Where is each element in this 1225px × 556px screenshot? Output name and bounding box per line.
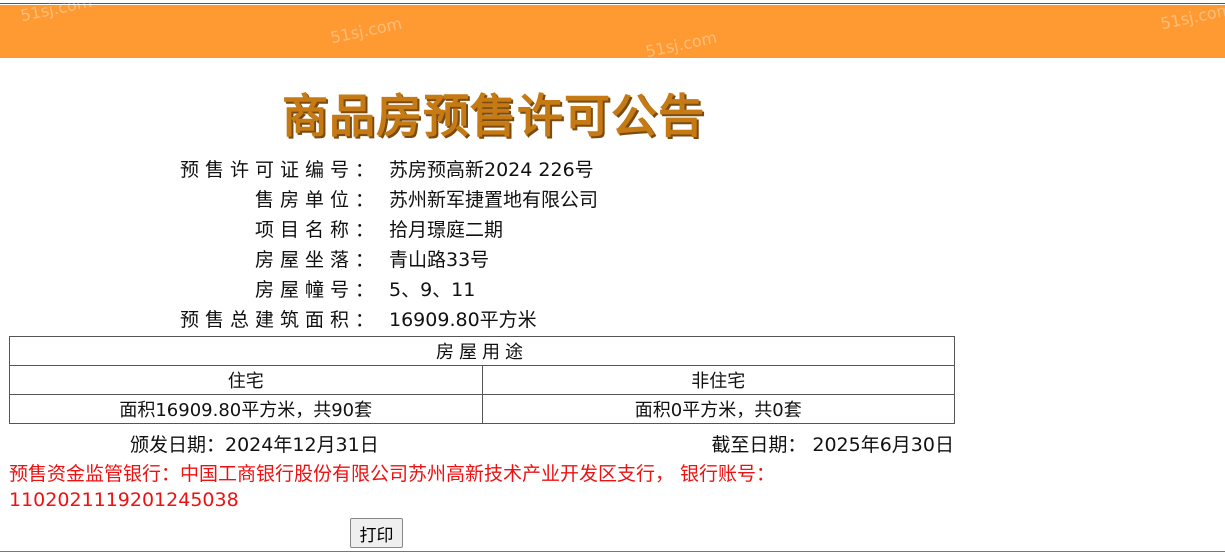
info-row-location: 房屋坐落： 青山路33号 [0,246,900,274]
issue-date: 颁发日期：2024年12月31日 [130,434,379,456]
header-band: 51sj.com 51sj.com 51sj.com 51sj.com [0,0,1225,61]
info-label: 售房单位： [254,189,380,211]
table-row: 住宅 非住宅 [9,365,955,395]
info-row-buildings: 房屋幢号： 5、9、11 [0,276,900,304]
info-value: 苏州新军捷置地有限公司 [389,189,599,211]
info-label: 预售许可证编号： [179,159,380,181]
non-residential-value: 面积0平方米，共0套 [481,394,955,424]
table-row: 房屋用途 [9,336,955,366]
notice-page: 51sj.com 51sj.com 51sj.com 51sj.com 商品房预… [0,0,1225,556]
info-value: 拾月璟庭二期 [389,219,504,241]
expire-date: 截至日期： 2025年6月30日 [711,434,954,456]
watermark-2: 51sj.com [643,27,719,62]
print-button[interactable]: 打印 [350,518,403,548]
info-value: 16909.80平方米 [389,309,537,331]
usage-table: 房屋用途 住宅 非住宅 面积16909.80平方米，共90套 面积0平方米，共0… [9,336,955,424]
info-label: 房屋坐落： [254,249,380,271]
table-row: 面积16909.80平方米，共90套 面积0平方米，共0套 [9,394,955,424]
info-label: 房屋幢号： [254,279,380,301]
info-row-project: 项目名称： 拾月璟庭二期 [0,216,900,244]
info-value: 青山路33号 [389,249,490,271]
page-title: 商品房预售许可公告 [282,89,705,143]
info-label: 预售总建筑面积： [179,309,380,331]
column-residential: 住宅 [9,365,483,395]
bottom-border [0,551,1225,552]
info-row-permit-no: 预售许可证编号： 苏房预高新2024 226号 [0,156,900,184]
info-row-total-area: 预售总建筑面积： 16909.80平方米 [0,306,900,334]
watermark-3: 51sj.com [1158,0,1225,34]
watermark-4: 51sj.com [18,0,94,26]
supervising-bank: 预售资金监管银行：中国工商银行股份有限公司苏州高新技术产业开发区支行， 银行账号… [9,463,776,511]
info-value: 苏房预高新2024 226号 [389,159,594,181]
usage-table-header: 房屋用途 [9,336,955,366]
top-border [0,0,1225,4]
info-value: 5、9、11 [389,279,476,301]
watermark-1: 51sj.com [328,13,404,48]
info-row-seller: 售房单位： 苏州新军捷置地有限公司 [0,186,900,214]
column-non-residential: 非住宅 [481,365,955,395]
residential-value: 面积16909.80平方米，共90套 [9,394,483,424]
info-label: 项目名称： [254,219,380,241]
